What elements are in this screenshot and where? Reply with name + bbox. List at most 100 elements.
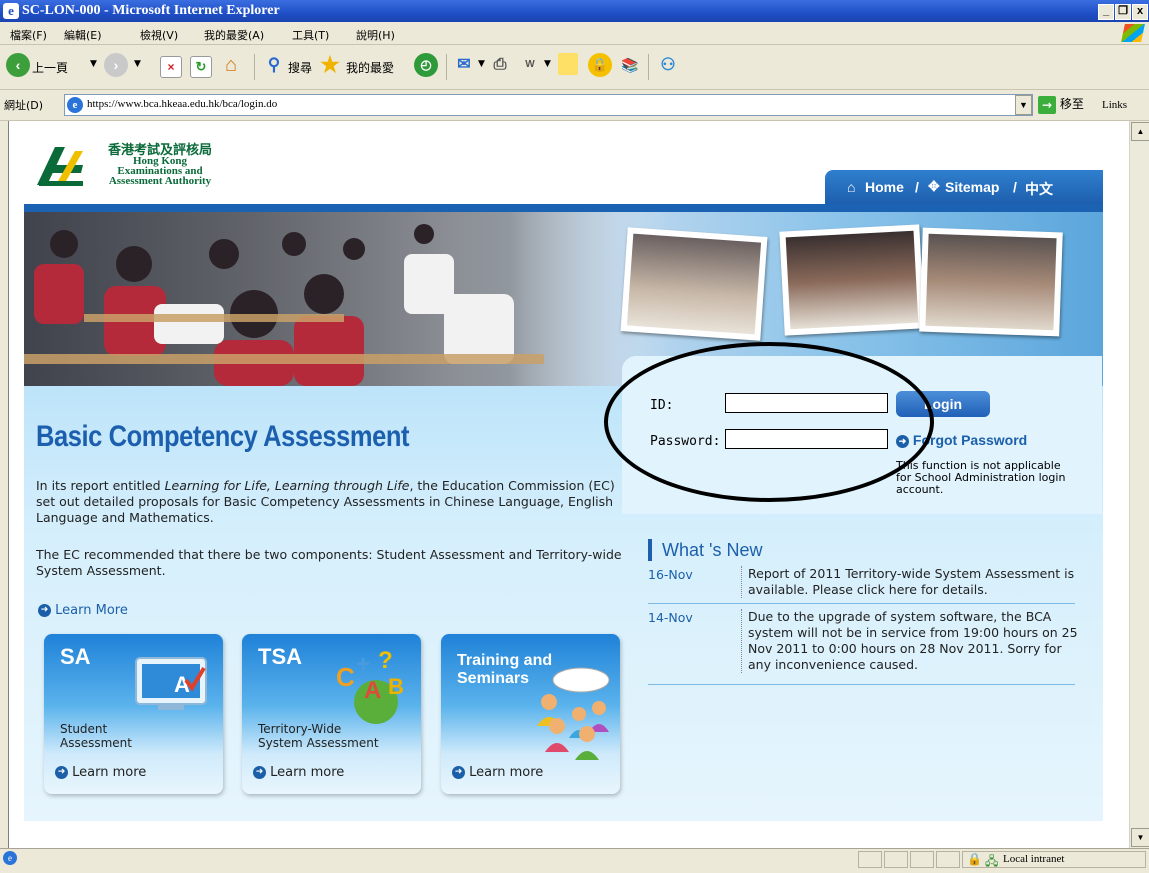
favorites-button-label[interactable]: 我的最愛 (346, 59, 394, 76)
address-dropdown-icon[interactable]: ▼ (1015, 95, 1032, 115)
login-button[interactable]: Login (896, 391, 990, 417)
links-button[interactable]: Links (1102, 99, 1127, 111)
forward-icon[interactable]: › (104, 53, 128, 77)
windows-logo-icon (1121, 24, 1145, 42)
vertical-scrollbar[interactable]: ▲ ▼ (1129, 121, 1149, 848)
nav-sitemap-link[interactable]: Sitemap (945, 179, 999, 195)
mail-dropdown-icon[interactable]: ▼ (478, 59, 485, 69)
intranet-icon: 🖧 (985, 854, 999, 868)
go-button[interactable]: → 移至 (1038, 95, 1096, 115)
card-learn-more-link[interactable]: ➜ Learn more (253, 765, 344, 780)
news-date: 16-Nov (648, 567, 693, 582)
arrow-right-icon: ➜ (896, 434, 909, 448)
edit-icon[interactable]: W (518, 53, 542, 77)
status-cell (910, 851, 934, 868)
news-item[interactable]: 14-Nov Due to the upgrade of system soft… (648, 606, 1078, 685)
search-icon[interactable]: ⚲ (262, 53, 286, 77)
card-description-line-2: System Assessment (258, 736, 379, 750)
card-learn-more-link[interactable]: ➜ Learn more (55, 765, 146, 780)
research-icon[interactable]: 📚 (618, 53, 642, 77)
menu-file[interactable]: 檔案(F) (10, 27, 47, 43)
news-text[interactable]: Report of 2011 Territory-wide System Ass… (741, 566, 1082, 598)
search-button-label[interactable]: 搜尋 (288, 59, 312, 76)
discuss-icon[interactable] (558, 53, 578, 75)
arrow-right-icon: ➜ (253, 766, 266, 779)
menu-bar: 檔案(F) 編輯(E) 檢視(V) 我的最愛(A) 工具(T) 說明(H) (0, 22, 1149, 45)
security-zone-cell: 🔒 🖧 Local intranet (962, 851, 1146, 868)
card-tsa[interactable]: TSA C + ? A B Territory-Wide System Asses… (242, 634, 421, 794)
card-student-assessment[interactable]: SA A Student Assessment ➜ Learn more (44, 634, 223, 794)
minimize-button[interactable]: _ (1098, 4, 1114, 20)
card-description-line-2: Assessment (60, 736, 132, 750)
nav-chinese-link[interactable]: 中文 (1025, 179, 1053, 199)
home-nav-icon[interactable]: ⌂ (847, 179, 855, 195)
student-photo-3 (919, 227, 1063, 337)
back-icon[interactable]: ‹ (6, 53, 30, 77)
toolbar: ‹ 上一頁 ▼ › ▼ × ↻ ⌂ ⚲ 搜尋 ★ 我的最愛 ◴ ✉ ▼ ⎙ W … (0, 45, 1149, 90)
card-training-seminars[interactable]: Training and Seminars ➜ Learn more (441, 634, 620, 794)
history-icon[interactable]: ◴ (414, 53, 438, 77)
card-title: TSA (258, 644, 302, 669)
card-link-label: Learn more (270, 765, 345, 780)
learn-more-link[interactable]: ➜ Learn More (38, 603, 128, 618)
hkeaa-logo-mark-icon (37, 147, 83, 186)
menu-help[interactable]: 說明(H) (356, 27, 395, 43)
svg-text:A: A (364, 677, 381, 704)
card-title: SA (60, 644, 91, 669)
scroll-up-icon[interactable]: ▲ (1131, 122, 1149, 141)
svg-text:?: ? (378, 647, 393, 674)
nav-home-link[interactable]: Home (865, 179, 904, 195)
menu-view[interactable]: 檢視(V) (140, 27, 178, 43)
svg-text:+: + (356, 651, 370, 678)
home-icon[interactable]: ⌂ (219, 53, 243, 77)
close-button[interactable]: x (1132, 4, 1148, 20)
address-input[interactable]: e https://www.bca.hkeaa.edu.hk/bca/login… (64, 94, 1033, 116)
news-heading: What 's New (662, 540, 763, 560)
stop-icon[interactable]: × (160, 56, 182, 78)
maximize-button[interactable]: ❐ (1115, 4, 1131, 20)
card-description: Territory-Wide System Assessment (258, 722, 379, 750)
status-cell (884, 851, 908, 868)
id-input[interactable] (725, 393, 888, 413)
menu-tools[interactable]: 工具(T) (292, 27, 329, 43)
back-dropdown-icon[interactable]: ▼ (90, 59, 97, 69)
forgot-password-link[interactable]: ➜ Forgot Password (896, 432, 1027, 448)
scroll-down-icon[interactable]: ▼ (1131, 828, 1149, 847)
print-icon[interactable]: ⎙ (488, 53, 512, 77)
mail-icon[interactable]: ✉ (452, 53, 476, 77)
id-label: ID: (650, 398, 674, 413)
edit-dropdown-icon[interactable]: ▼ (544, 59, 551, 69)
news-heading-bar (648, 539, 652, 561)
window-title-bar: e SC-LON-000 - Microsoft Internet Explor… (0, 0, 1149, 22)
messenger-icon[interactable]: ⚇ (656, 53, 680, 77)
address-label: 網址(D) (4, 99, 44, 112)
components-paragraph: The EC recommended that there be two com… (36, 547, 622, 578)
hkeaa-logo[interactable]: 香港考試及評核局 Hong Kong Examinations and Asse… (35, 137, 255, 187)
learn-more-label: Learn More (55, 603, 128, 618)
password-label: Password: (650, 434, 721, 449)
report-title: Learning for Life, Learning through Life (164, 478, 410, 493)
news-text: Due to the upgrade of system software, t… (741, 609, 1082, 673)
status-cell (858, 851, 882, 868)
refresh-icon[interactable]: ↻ (190, 56, 212, 78)
sitemap-icon[interactable]: ✥ (928, 178, 940, 195)
arrow-right-icon: ➜ (55, 766, 68, 779)
forward-dropdown-icon[interactable]: ▼ (134, 59, 141, 69)
top-nav: ⌂ Home / ✥ Sitemap / 中文 (825, 170, 1103, 204)
news-item[interactable]: 16-Nov Report of 2011 Territory-wide Sys… (648, 563, 1075, 604)
back-button-label[interactable]: 上一頁 (32, 59, 68, 76)
menu-favorites[interactable]: 我的最愛(A) (204, 27, 264, 43)
puzzle-pieces-icon: C + ? A B (336, 647, 404, 724)
arrow-right-icon: ➜ (452, 766, 465, 779)
status-bar: e 🔒 🖧 Local intranet (0, 848, 1149, 868)
address-url[interactable]: https://www.bca.hkeaa.edu.hk/bca/login.d… (87, 98, 277, 110)
arrow-right-icon: ➜ (38, 604, 51, 617)
menu-edit[interactable]: 編輯(E) (64, 27, 102, 43)
toolbar-separator (254, 54, 255, 80)
intro-paragraph: In its report entitled Learning for Life… (36, 478, 636, 526)
lock-icon[interactable]: 🔒 (588, 53, 612, 77)
lock-icon: 🔒 (967, 852, 982, 866)
favorites-star-icon[interactable]: ★ (318, 53, 342, 77)
password-input[interactable] (725, 429, 888, 449)
card-learn-more-link[interactable]: ➜ Learn more (452, 765, 543, 780)
